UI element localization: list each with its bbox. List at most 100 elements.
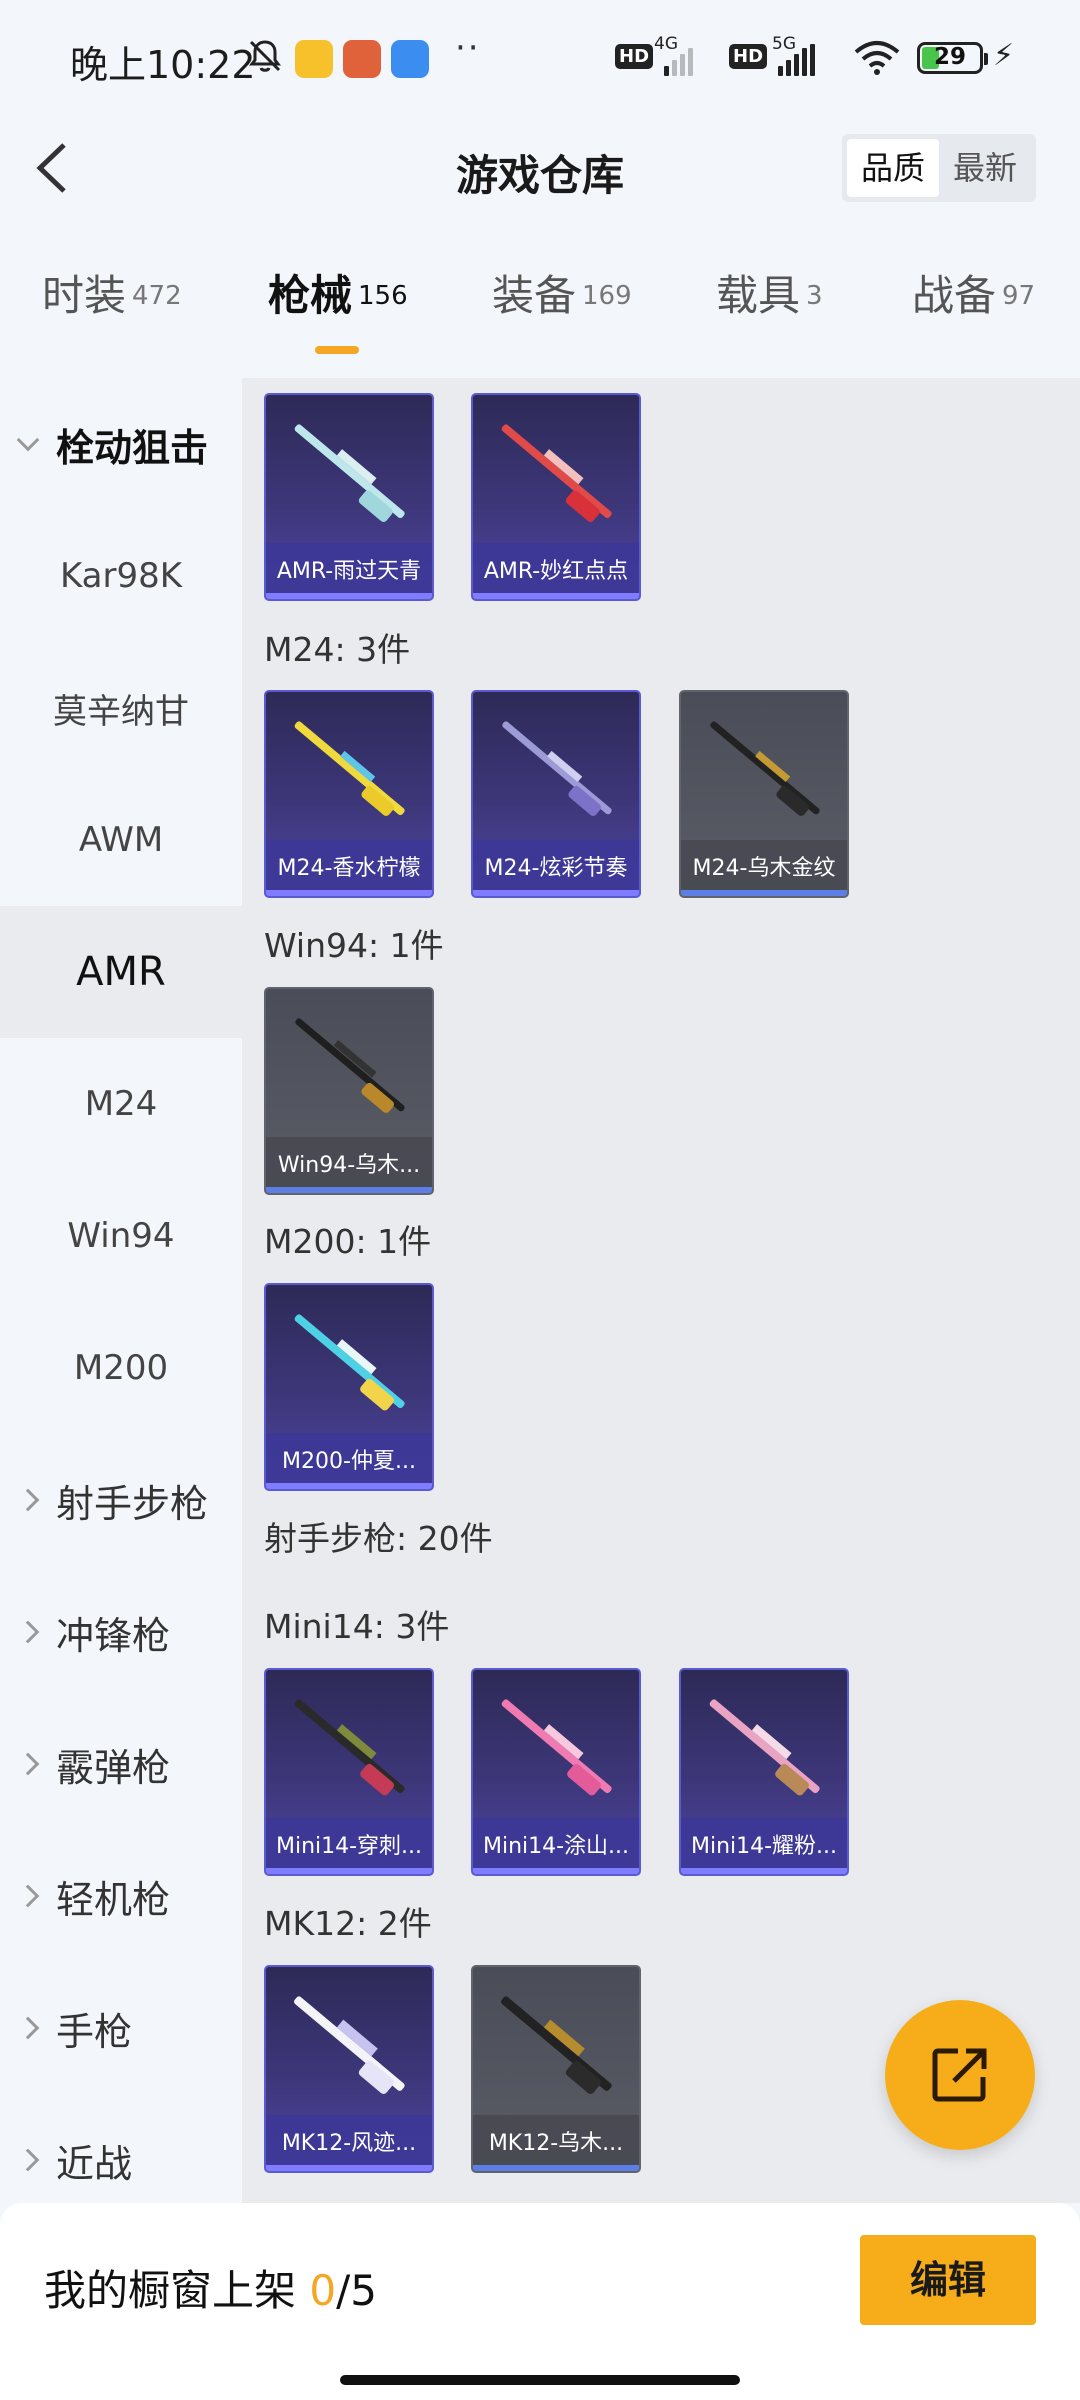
active-tab-indicator xyxy=(315,346,359,354)
tab-label: 装备 xyxy=(492,271,577,320)
sidebar-item-label: 霰弹枪 xyxy=(56,1745,171,1790)
tab-label: 时装 xyxy=(42,271,127,320)
weapon-card-name: M24-炫彩节奏 xyxy=(484,856,628,881)
charging-icon: ⚡ xyxy=(993,38,1015,73)
sidebar-item-label: 莫辛纳甘 xyxy=(53,691,189,732)
sidebar-item-label: 轻机枪 xyxy=(56,1877,171,1922)
tab-equipment[interactable]: 装备 169 xyxy=(492,262,632,362)
weapon-card[interactable]: M24-炫彩节奏 xyxy=(471,690,641,898)
chevron-right-icon xyxy=(16,1752,40,1776)
sort-quality-button[interactable]: 品质 xyxy=(847,139,939,197)
tab-count: 3 xyxy=(806,280,823,311)
section-title-m24: M24: 3件 xyxy=(264,630,411,669)
sidebar-group-shotgun[interactable]: 霰弹枪 xyxy=(0,1698,242,1830)
sidebar-item-amr[interactable]: AMR xyxy=(0,906,242,1038)
section-title-dmr: 射手步枪: 20件 xyxy=(264,1519,493,1558)
showcase-current-count: 0 xyxy=(309,2266,337,2315)
weapon-card-name: MK12-风迹... xyxy=(281,2131,417,2156)
sidebar-group-melee[interactable]: 近战 xyxy=(0,2094,242,2203)
sidebar-item-mosin[interactable]: 莫辛纳甘 xyxy=(0,642,242,774)
weapon-card[interactable]: Mini14-穿刺... xyxy=(264,1668,434,1876)
weapon-card-name: Mini14-涂山... xyxy=(482,1834,630,1859)
tab-count: 156 xyxy=(358,280,408,311)
weapon-card-name: AMR-妙红点点 xyxy=(483,559,629,584)
hd-icon: HD xyxy=(729,44,768,69)
weapon-card[interactable]: Mini14-涂山... xyxy=(471,1668,641,1876)
hd-icon: HD xyxy=(615,44,654,69)
status-time: 晚上10:22 xyxy=(70,43,256,87)
section-title-mk12: MK12: 2件 xyxy=(264,1904,432,1943)
weapon-card-name: M24-乌木金纹 xyxy=(692,856,836,881)
home-indicator[interactable] xyxy=(340,2375,740,2385)
sidebar-item-label: M24 xyxy=(84,1084,158,1124)
weapon-card-name: Mini14-耀粉... xyxy=(690,1834,838,1859)
weapon-type-sidebar: 栓动狙击 Kar98K 莫辛纳甘 AWM AMR M24 Win94 M200 … xyxy=(0,378,242,2203)
sidebar-item-label: AMR xyxy=(76,949,166,995)
rifle-icon xyxy=(709,1699,820,1796)
tab-label: 战备 xyxy=(912,271,997,320)
weapon-card[interactable]: Win94-乌木... xyxy=(264,987,434,1195)
sidebar-item-win94[interactable]: Win94 xyxy=(0,1170,242,1302)
rifle-icon xyxy=(295,1018,405,1113)
tab-vehicles[interactable]: 载具 3 xyxy=(716,262,823,362)
signal-icon xyxy=(778,42,815,76)
sidebar-item-awm[interactable]: AWM xyxy=(0,774,242,906)
rifle-icon xyxy=(501,424,612,522)
tab-supplies[interactable]: 战备 97 xyxy=(912,262,1035,362)
weapon-card-name: Win94-乌木... xyxy=(277,1153,421,1178)
tab-count: 169 xyxy=(582,280,632,311)
rifle-icon xyxy=(502,721,612,816)
edit-button[interactable]: 编辑 xyxy=(860,2235,1036,2325)
weapon-card-name: MK12-乌木... xyxy=(488,2131,624,2156)
weapon-card[interactable]: Mini14-耀粉... xyxy=(679,1668,849,1876)
bottom-bar: 我的橱窗上架 0/5 编辑 xyxy=(0,2203,1080,2400)
share-icon xyxy=(932,2048,987,2102)
showcase-total-count: /5 xyxy=(336,2266,377,2315)
showcase-label: 我的橱窗上架 xyxy=(44,2266,297,2315)
weapon-card[interactable]: MK12-乌木... xyxy=(471,1965,641,2173)
tab-label: 枪械 xyxy=(268,271,353,320)
section-title-mini14: Mini14: 3件 xyxy=(264,1607,450,1646)
tab-count: 97 xyxy=(1002,280,1036,311)
sidebar-item-label: 手枪 xyxy=(56,2009,133,2054)
battery-level: 29 xyxy=(933,44,966,70)
chevron-right-icon xyxy=(16,1620,40,1644)
sidebar-item-m200[interactable]: M200 xyxy=(0,1302,242,1434)
share-button[interactable] xyxy=(885,2000,1035,2150)
mute-bell-icon xyxy=(249,40,281,72)
rifle-icon xyxy=(294,721,405,816)
weapon-card[interactable]: M24-乌木金纹 xyxy=(679,690,849,898)
rifle-icon xyxy=(294,1314,405,1411)
rifle-icon xyxy=(501,1699,612,1796)
chevron-right-icon xyxy=(16,1884,40,1908)
sidebar-group-dmr[interactable]: 射手步枪 xyxy=(0,1434,242,1566)
chevron-right-icon xyxy=(16,1488,40,1512)
status-bar: 晚上10:22 ·· HD 4G HD 5G 29 ⚡ xyxy=(0,0,1080,118)
sidebar-item-kar98k[interactable]: Kar98K xyxy=(0,510,242,642)
signal-icon xyxy=(664,42,693,76)
rifle-icon xyxy=(294,1996,405,2094)
rifle-icon xyxy=(501,1996,612,2094)
weapon-card[interactable]: M24-香水柠檬 xyxy=(264,690,434,898)
sidebar-item-label: M200 xyxy=(73,1348,169,1388)
weapon-card[interactable]: M200-仲夏... xyxy=(264,1283,434,1491)
battery-icon: 29 xyxy=(917,42,988,74)
weapon-card[interactable]: AMR-妙红点点 xyxy=(471,393,641,601)
sort-newest-button[interactable]: 最新 xyxy=(939,139,1031,197)
sidebar-item-label: Kar98K xyxy=(59,556,183,596)
weapon-card[interactable]: MK12-风迹... xyxy=(264,1965,434,2173)
sidebar-item-m24[interactable]: M24 xyxy=(0,1038,242,1170)
sidebar-group-lmg[interactable]: 轻机枪 xyxy=(0,1830,242,1962)
tab-count: 472 xyxy=(132,280,182,311)
weapon-card-name: Mini14-穿刺... xyxy=(275,1834,423,1859)
sidebar-group-pistol[interactable]: 手枪 xyxy=(0,1962,242,2094)
sort-toggle: 品质 最新 xyxy=(842,134,1036,202)
sidebar-group-smg[interactable]: 冲锋枪 xyxy=(0,1566,242,1698)
chevron-down-icon xyxy=(16,428,40,452)
sidebar-group-bolt-sniper[interactable]: 栓动狙击 xyxy=(0,378,242,510)
rifle-icon xyxy=(294,1699,405,1796)
tab-fashion[interactable]: 时装 472 xyxy=(42,262,182,362)
weapon-card[interactable]: AMR-雨过天青 xyxy=(264,393,434,601)
app-notification-icon xyxy=(295,40,333,78)
sidebar-item-label: 栓动狙击 xyxy=(56,425,209,470)
